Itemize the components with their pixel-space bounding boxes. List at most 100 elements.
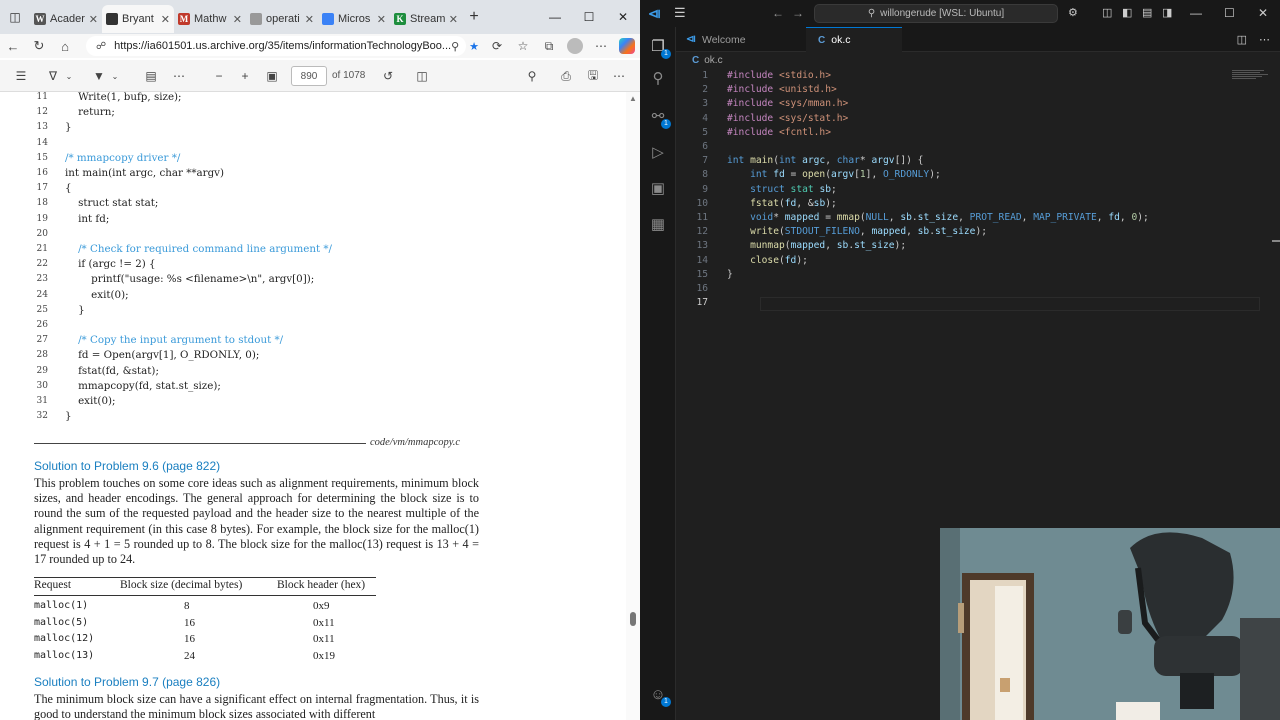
code-line[interactable]: 5 #include <fcntl.h> — [676, 126, 1276, 140]
split-editor-icon[interactable]: ◫ — [1237, 33, 1247, 46]
nav-forward-icon[interactable]: → — [792, 6, 804, 20]
address-bar[interactable]: ☍ https://ia601501.us.archive.org/35/ite… — [86, 36, 479, 56]
browser-tab[interactable]: M Mathw ✕ — [174, 5, 246, 33]
refresh-extension-icon[interactable]: ⟳ — [484, 39, 510, 53]
copilot-icon[interactable] — [619, 38, 635, 54]
toggle-panel-icon[interactable]: ▤ — [1142, 6, 1152, 19]
highlight-dropdown-icon[interactable]: ⌄ — [64, 60, 74, 92]
tab-welcome[interactable]: ⧏ Welcome — [676, 27, 768, 52]
code-line[interactable]: 4 #include <sys/stat.h> — [676, 112, 1276, 126]
pdf-scrollbar[interactable]: ▲ — [626, 92, 640, 720]
command-center-search[interactable]: ⚲ willongerude [WSL: Ubuntu] — [814, 4, 1058, 23]
collections-icon[interactable]: ⧉ — [536, 39, 562, 54]
browser-tab[interactable]: W Acader ✕ — [30, 5, 102, 33]
pdf-page[interactable]: 11 Write(1, bufp, size); 12 return; 13} 14 1… — [0, 92, 626, 720]
scroll-up-icon[interactable]: ▲ — [629, 94, 637, 103]
nav-back-icon[interactable]: ← — [772, 6, 784, 20]
code-line[interactable]: 1 #include <stdio.h> — [676, 69, 1276, 83]
breadcrumb[interactable]: Cok.c — [676, 52, 1280, 70]
close-window-icon[interactable]: ✕ — [606, 0, 640, 34]
minimap[interactable] — [1232, 70, 1272, 84]
code-line[interactable]: 14 close(fd); — [676, 254, 1276, 268]
pdf-line-number: 17 — [36, 183, 48, 194]
close-tab-icon[interactable]: ✕ — [89, 13, 98, 26]
maximize-icon[interactable]: ☐ — [1224, 6, 1235, 20]
close-tab-icon[interactable]: ✕ — [449, 13, 458, 26]
minimize-icon[interactable]: — — [538, 0, 572, 34]
home-icon[interactable]: ⌂ — [52, 34, 78, 58]
browser-tab[interactable]: operati ✕ — [246, 5, 318, 33]
code-line[interactable]: 2 #include <unistd.h> — [676, 83, 1276, 97]
minimize-icon[interactable]: — — [1190, 6, 1202, 20]
copilot-chat-icon[interactable]: ⚙ — [1068, 6, 1078, 19]
code-line[interactable]: 16 — [676, 282, 1276, 296]
run-debug-icon[interactable]: ▷ — [648, 143, 668, 163]
draw-icon[interactable]: ▼ — [90, 60, 108, 92]
code-line[interactable]: 12 write(STDOUT_FILENO, mapped, sb.st_si… — [676, 225, 1276, 239]
print-icon[interactable]: ⎙ — [557, 60, 575, 92]
zoom-in-icon[interactable]: + — [236, 60, 254, 92]
search-icon[interactable]: ⚲ — [648, 69, 668, 89]
editor-more-icon[interactable]: ⋯ — [1259, 33, 1270, 46]
fit-page-icon[interactable]: ▣ — [263, 60, 281, 92]
favorites-icon[interactable]: ☆ — [510, 39, 536, 53]
pdf-line-number: 31 — [36, 396, 48, 406]
explorer-icon[interactable]: ❐ 1 — [648, 37, 671, 59]
profile-avatar[interactable] — [567, 38, 583, 54]
draw-dropdown-icon[interactable]: ⌄ — [110, 60, 120, 92]
more-menu-icon[interactable]: ⋯ — [588, 39, 614, 53]
toggle-sidebar-icon[interactable]: ◧ — [1122, 6, 1132, 19]
new-tab-button[interactable]: + — [462, 0, 486, 34]
code-line[interactable]: 17 — [676, 296, 1276, 310]
accounts-icon[interactable]: ☺ 1 — [648, 685, 671, 707]
code-line[interactable]: 13 munmap(mapped, sb.st_size); — [676, 239, 1276, 253]
browser-tab[interactable]: Bryant ✕ — [102, 5, 174, 33]
source-control-icon[interactable]: ⚯ 1 — [648, 107, 671, 129]
close-window-icon[interactable]: ✕ — [1258, 6, 1268, 20]
site-info-icon[interactable]: ☍ — [96, 41, 106, 52]
zoom-out-icon[interactable]: − — [210, 60, 228, 92]
pdf-code-text: fstat(fd, &stat); — [65, 364, 159, 377]
tab-ok-c[interactable]: C ok.c — [806, 27, 902, 52]
vscode-logo-icon: ⧏ — [648, 6, 661, 21]
explorer-badge: 1 — [661, 49, 671, 59]
favorite-star-icon[interactable]: ★ — [469, 40, 479, 53]
browser-tab[interactable]: Micros ✕ — [318, 5, 390, 33]
browser-tab[interactable]: K Stream ✕ — [390, 5, 462, 33]
more-tools-icon[interactable]: ⋯ — [170, 60, 188, 92]
maximize-icon[interactable]: ☐ — [572, 0, 606, 34]
back-icon[interactable]: ← — [0, 34, 26, 58]
code-line[interactable]: 6 — [676, 140, 1276, 154]
code-line[interactable]: 11 void* mapped = mmap(NULL, sb.st_size,… — [676, 211, 1276, 225]
code-line[interactable]: 15} — [676, 268, 1276, 282]
read-aloud-icon[interactable]: ▤ — [142, 60, 160, 92]
code-line[interactable]: 10 fstat(fd, &sb); — [676, 197, 1276, 211]
extensions-icon[interactable]: ▦ — [648, 215, 668, 235]
contents-icon[interactable]: ☰ — [12, 60, 30, 92]
code-line[interactable]: 3 #include <sys/mman.h> — [676, 97, 1276, 111]
zoom-icon[interactable]: ⚲ — [451, 40, 459, 53]
code-line[interactable]: 9 struct stat sb; — [676, 183, 1276, 197]
layout-icon[interactable]: ◫ — [1102, 6, 1112, 19]
page-view-icon[interactable]: ◫ — [413, 60, 431, 92]
menu-icon[interactable]: ☰ — [674, 5, 686, 21]
close-tab-icon[interactable]: ✕ — [305, 13, 314, 26]
highlight-icon[interactable]: ∇ — [44, 60, 62, 92]
save-icon[interactable]: 🖫 — [584, 60, 602, 92]
close-tab-icon[interactable]: ✕ — [233, 13, 242, 26]
tab-actions-icon[interactable]: ◫ — [0, 0, 30, 34]
page-number-input[interactable]: 890 — [291, 66, 327, 86]
table-cell: 24 — [184, 649, 195, 662]
close-tab-icon[interactable]: ✕ — [161, 13, 170, 26]
remote-explorer-icon[interactable]: ▣ — [648, 179, 668, 199]
reload-icon[interactable]: ↻ — [26, 34, 52, 58]
toggle-secondary-sidebar-icon[interactable]: ◨ — [1162, 6, 1172, 19]
code-text: #include <fcntl.h> — [727, 126, 831, 138]
rotate-icon[interactable]: ↺ — [379, 60, 397, 92]
code-line[interactable]: 8 int fd = open(argv[1], O_RDONLY); — [676, 168, 1276, 182]
close-tab-icon[interactable]: ✕ — [377, 13, 386, 26]
code-line[interactable]: 7 int main(int argc, char* argv[]) { — [676, 154, 1276, 168]
search-icon[interactable]: ⚲ — [523, 60, 541, 92]
scroll-thumb[interactable] — [630, 612, 636, 626]
pdf-more-icon[interactable]: ⋯ — [610, 60, 628, 92]
